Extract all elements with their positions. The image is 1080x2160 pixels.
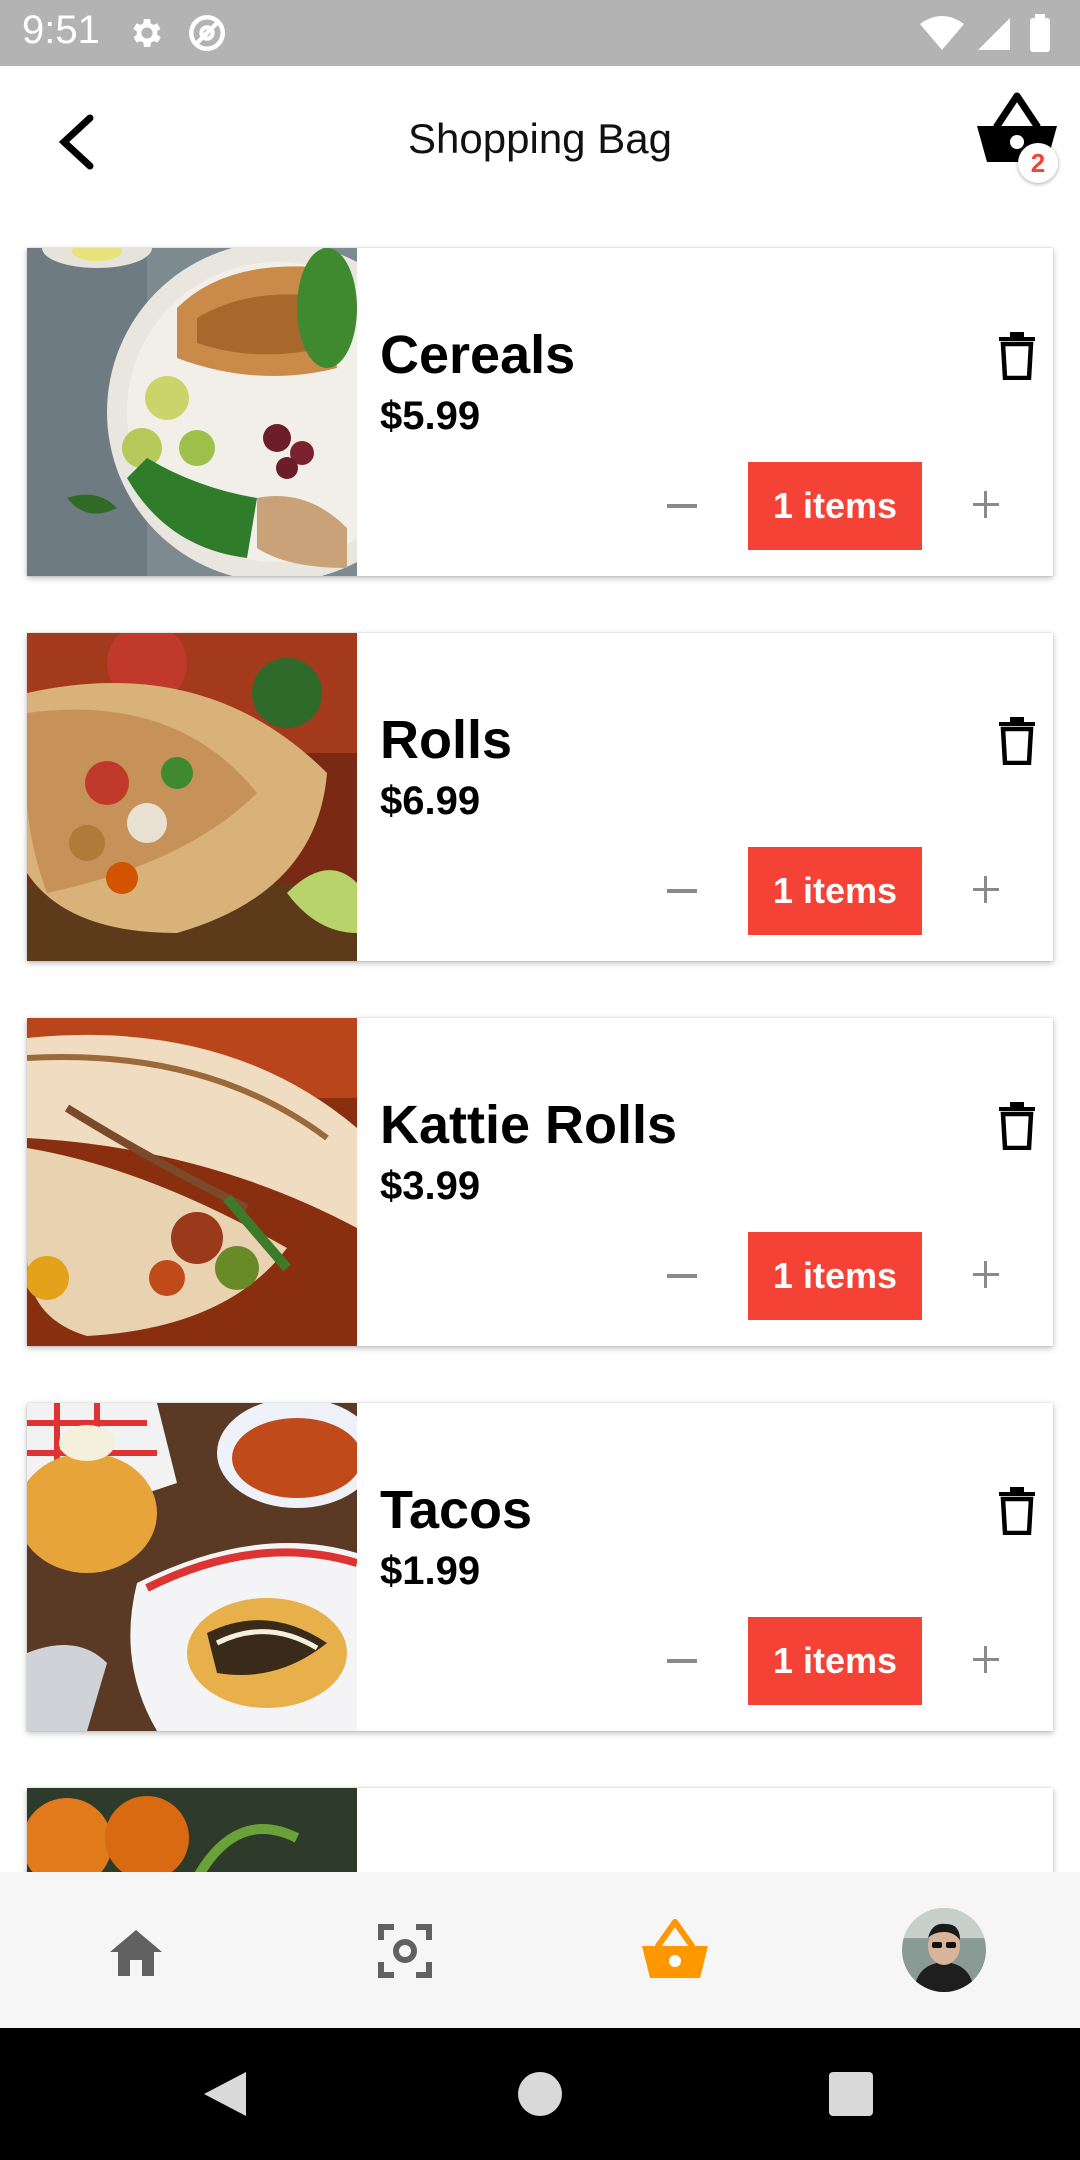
cart-item-name: Rolls [380,710,513,770]
cart-item-image [27,1788,357,1872]
status-bar: 9:51 [0,0,1080,66]
avatar[interactable] [902,1908,986,1992]
trash-icon[interactable] [997,330,1037,380]
minus-icon [667,889,697,893]
minus-icon [667,504,697,508]
trash-icon[interactable] [997,1485,1037,1535]
cart-item-card: Cereals $5.99 1 items [27,248,1053,576]
trash-icon[interactable] [997,1100,1037,1150]
quantity-badge: 1 items [748,462,922,550]
cart-item-image [27,1018,357,1346]
cart-item-image [27,1403,357,1731]
cart-item-card: Kattie Rolls $3.99 1 items [27,1018,1053,1346]
cart-list[interactable]: Cereals $5.99 1 items Rolls $6.99 1 item… [0,222,1080,1872]
minus-icon [667,1274,697,1278]
increase-quantity-button[interactable] [962,476,1032,536]
increase-quantity-button[interactable] [962,1631,1032,1691]
trash-icon[interactable] [997,715,1037,765]
basket-icon[interactable] [640,1918,710,1982]
increase-quantity-button[interactable] [962,861,1032,921]
increase-quantity-button[interactable] [962,1246,1032,1306]
cart-item-price: $3.99 [380,1164,481,1208]
quantity-badge: 1 items [748,847,922,935]
cart-item-image [27,248,357,576]
cart-item-price: $1.99 [380,1549,481,1593]
at-icon [188,14,226,52]
cart-item-card: Rolls $6.99 1 items [27,633,1053,961]
signal-icon [978,18,1010,50]
cart-item-price: $5.99 [380,394,481,438]
cart-count-badge: 2 [1018,143,1058,183]
cart-item-card [27,1788,1053,1872]
cart-item-price: $6.99 [380,779,481,823]
page-title: Shopping Bag [408,115,672,162]
wifi-icon [920,16,964,50]
status-time: 9:51 [22,8,100,52]
cart-item-name: Tacos [380,1480,533,1540]
cart-item-card: Tacos $1.99 1 items [27,1403,1053,1731]
cart-item-name: Cereals [380,325,576,385]
home-icon[interactable] [108,1928,164,1978]
cart-item-image [27,633,357,961]
system-home-icon[interactable] [518,2072,562,2116]
status-indicators [920,14,1050,52]
quantity-badge: 1 items [748,1617,922,1705]
battery-icon [1030,18,1050,52]
minus-icon [667,1659,697,1663]
cart-item-name: Kattie Rolls [380,1095,678,1155]
system-recents-icon[interactable] [829,2072,873,2116]
quantity-badge: 1 items [748,1232,922,1320]
scan-icon[interactable] [378,1924,432,1978]
gear-icon [133,19,161,47]
system-back-icon[interactable] [202,2070,248,2118]
